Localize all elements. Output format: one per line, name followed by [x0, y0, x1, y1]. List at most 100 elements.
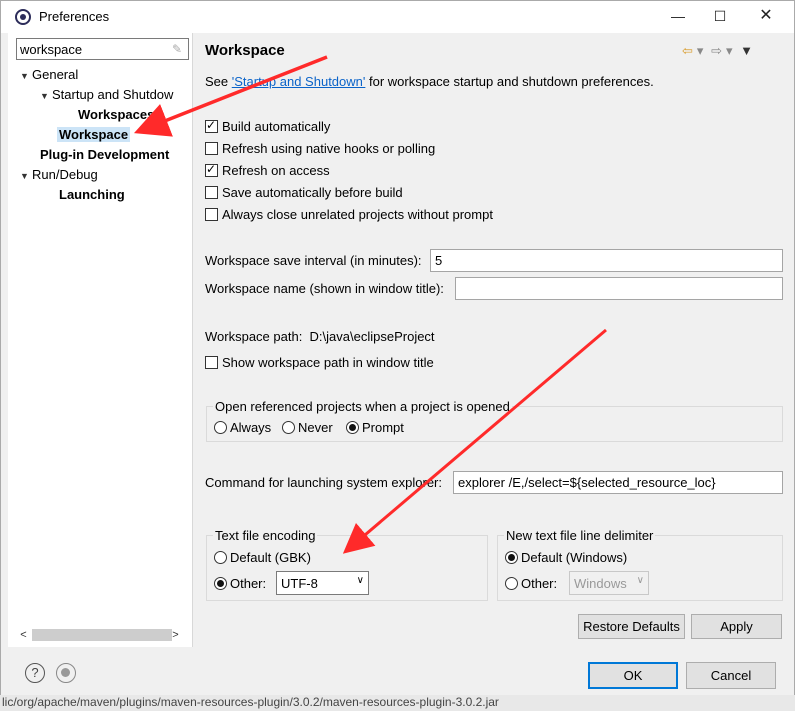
- clear-filter-icon[interactable]: ✎: [170, 42, 184, 56]
- radio-label: Never: [298, 420, 333, 435]
- workspace-path-value: D:\java\eclipseProject: [309, 329, 435, 344]
- scroll-right-icon[interactable]: >: [167, 627, 184, 644]
- workspace-path-text: Workspace path: D:\java\eclipseProject: [205, 329, 435, 344]
- workspace-path-label: Workspace path:: [205, 329, 303, 344]
- cancel-button[interactable]: Cancel: [686, 662, 776, 689]
- radio-dot[interactable]: [346, 421, 359, 434]
- radio-dot[interactable]: [505, 551, 518, 564]
- show-path-checkbox[interactable]: Show workspace path in window title: [205, 355, 434, 370]
- startup-info-text: See 'Startup and Shutdown' for workspace…: [205, 74, 654, 89]
- ok-button[interactable]: OK: [588, 662, 678, 689]
- checkbox-box[interactable]: [205, 162, 218, 177]
- checkbox-box[interactable]: [205, 356, 218, 369]
- delimiter-default-radio[interactable]: Default (Windows): [505, 550, 627, 565]
- workspace-name-input[interactable]: [455, 277, 783, 300]
- info-suffix: for workspace startup and shutdown prefe…: [365, 74, 654, 89]
- page-title: Workspace: [205, 42, 285, 59]
- view-menu-icon[interactable]: ▼: [740, 43, 753, 58]
- history-nav: ⇦ ▾ ⇨ ▾ ▼: [682, 43, 757, 59]
- record-macro-icon[interactable]: [56, 663, 76, 683]
- radio-label: Other:: [230, 576, 267, 591]
- radio-label: Default (GBK): [230, 550, 311, 565]
- refresh-native-hooks-checkbox[interactable]: Refresh using native hooks or polling: [205, 141, 435, 156]
- save-interval-input[interactable]: 5: [430, 249, 783, 272]
- save-before-build-checkbox[interactable]: Save automatically before build: [205, 185, 403, 200]
- info-prefix: See: [205, 74, 232, 89]
- tree-item-label: Startup and Shutdow: [52, 87, 174, 102]
- chevron-down-icon: ∨: [636, 575, 644, 586]
- scroll-thumb[interactable]: [32, 629, 172, 641]
- filter-field[interactable]: ✎: [16, 38, 189, 60]
- radio-dot[interactable]: [214, 421, 227, 434]
- tree-item-run-debug[interactable]: ▼ Run/Debug: [20, 167, 98, 182]
- radio-label: Prompt: [362, 420, 404, 435]
- checkbox-box[interactable]: [205, 208, 218, 221]
- apply-button[interactable]: Apply: [691, 614, 782, 639]
- group-title: Text file encoding: [213, 528, 318, 543]
- tree-horizontal-scrollbar[interactable]: < >: [15, 627, 185, 644]
- back-menu-chevron-icon[interactable]: ▾: [697, 43, 704, 59]
- radio-dot[interactable]: [282, 421, 295, 434]
- forward-menu-chevron-icon[interactable]: ▾: [726, 43, 733, 59]
- delimiter-other-radio[interactable]: Other:: [505, 576, 557, 591]
- close-unrelated-checkbox[interactable]: Always close unrelated projects without …: [205, 207, 493, 222]
- refresh-on-access-checkbox[interactable]: Refresh on access: [205, 162, 330, 178]
- help-icon[interactable]: ?: [25, 663, 45, 683]
- back-arrow-icon[interactable]: ⇦: [682, 43, 693, 59]
- radio-label: Always: [230, 420, 272, 435]
- tree-item-general[interactable]: ▼ General: [20, 67, 78, 82]
- explorer-command-label: Command for launching system explorer:: [205, 475, 442, 490]
- radio-dot[interactable]: [505, 577, 518, 590]
- checkbox-box[interactable]: [205, 118, 218, 133]
- checkbox-label: Build automatically: [222, 119, 331, 134]
- open-ref-never-radio[interactable]: Never: [282, 420, 333, 435]
- forward-arrow-icon[interactable]: ⇨: [711, 43, 722, 59]
- collapse-arrow-icon[interactable]: ▼: [20, 71, 32, 81]
- filter-input[interactable]: [20, 41, 160, 57]
- tree-item-startup-shutdown[interactable]: ▼ Startup and Shutdow: [40, 87, 173, 102]
- build-automatically-checkbox[interactable]: Build automatically: [205, 118, 331, 134]
- maximize-button[interactable]: ☐: [697, 1, 743, 31]
- radio-dot[interactable]: [214, 551, 227, 564]
- tree-item-label: Workspace: [57, 127, 131, 142]
- window-title: Preferences: [39, 9, 110, 24]
- close-button[interactable]: ✕: [743, 1, 789, 31]
- radio-label: Other:: [521, 576, 558, 591]
- checkbox-label: Refresh using native hooks or polling: [222, 141, 436, 156]
- tree-item-label: General: [32, 67, 79, 82]
- checkbox-label: Save automatically before build: [222, 185, 403, 200]
- tree-item-plugin-development[interactable]: Plug-in Development: [40, 147, 169, 162]
- workspace-name-label: Workspace name (shown in window title):: [205, 281, 444, 296]
- checkbox-box[interactable]: [205, 186, 218, 199]
- startup-shutdown-link[interactable]: 'Startup and Shutdown': [232, 74, 366, 89]
- collapse-arrow-icon[interactable]: ▼: [40, 91, 52, 101]
- title-bar: Preferences — ☐ ✕: [1, 1, 794, 33]
- encoding-other-radio[interactable]: Other:: [214, 576, 266, 591]
- save-interval-label: Workspace save interval (in minutes):: [205, 253, 422, 268]
- minimize-button[interactable]: —: [655, 1, 701, 31]
- background-status-text: lic/org/apache/maven/plugins/maven-resou…: [0, 695, 795, 711]
- encoding-default-radio[interactable]: Default (GBK): [214, 550, 311, 565]
- tree-item-workspace[interactable]: Workspace: [57, 127, 131, 142]
- open-ref-prompt-radio[interactable]: Prompt: [346, 420, 404, 435]
- text-encoding-group: Text file encoding Default (GBK) Other: …: [206, 528, 488, 601]
- delimiter-select: Windows ∨: [569, 571, 649, 595]
- checkbox-box[interactable]: [205, 142, 218, 155]
- group-title: Open referenced projects when a project …: [213, 399, 512, 414]
- tree-item-launching[interactable]: Launching: [59, 187, 125, 202]
- collapse-arrow-icon[interactable]: ▼: [20, 171, 32, 181]
- encoding-select[interactable]: UTF-8 ∨: [276, 571, 369, 595]
- encoding-value: UTF-8: [281, 576, 318, 591]
- checkbox-label: Refresh on access: [222, 163, 330, 178]
- restore-defaults-button[interactable]: Restore Defaults: [578, 614, 685, 639]
- eclipse-app-icon: [15, 9, 31, 25]
- explorer-command-input[interactable]: explorer /E,/select=${selected_resource_…: [453, 471, 783, 494]
- tree-item-workspaces[interactable]: Workspaces: [78, 107, 154, 122]
- tree-item-label: Run/Debug: [32, 167, 98, 182]
- preference-page: Workspace ⇦ ▾ ⇨ ▾ ▼ See 'Startup and Shutd…: [194, 33, 794, 647]
- scroll-left-icon[interactable]: <: [15, 627, 32, 644]
- checkbox-label: Show workspace path in window title: [222, 355, 434, 370]
- radio-dot[interactable]: [214, 577, 227, 590]
- chevron-down-icon: ∨: [356, 575, 364, 586]
- open-ref-always-radio[interactable]: Always: [214, 420, 271, 435]
